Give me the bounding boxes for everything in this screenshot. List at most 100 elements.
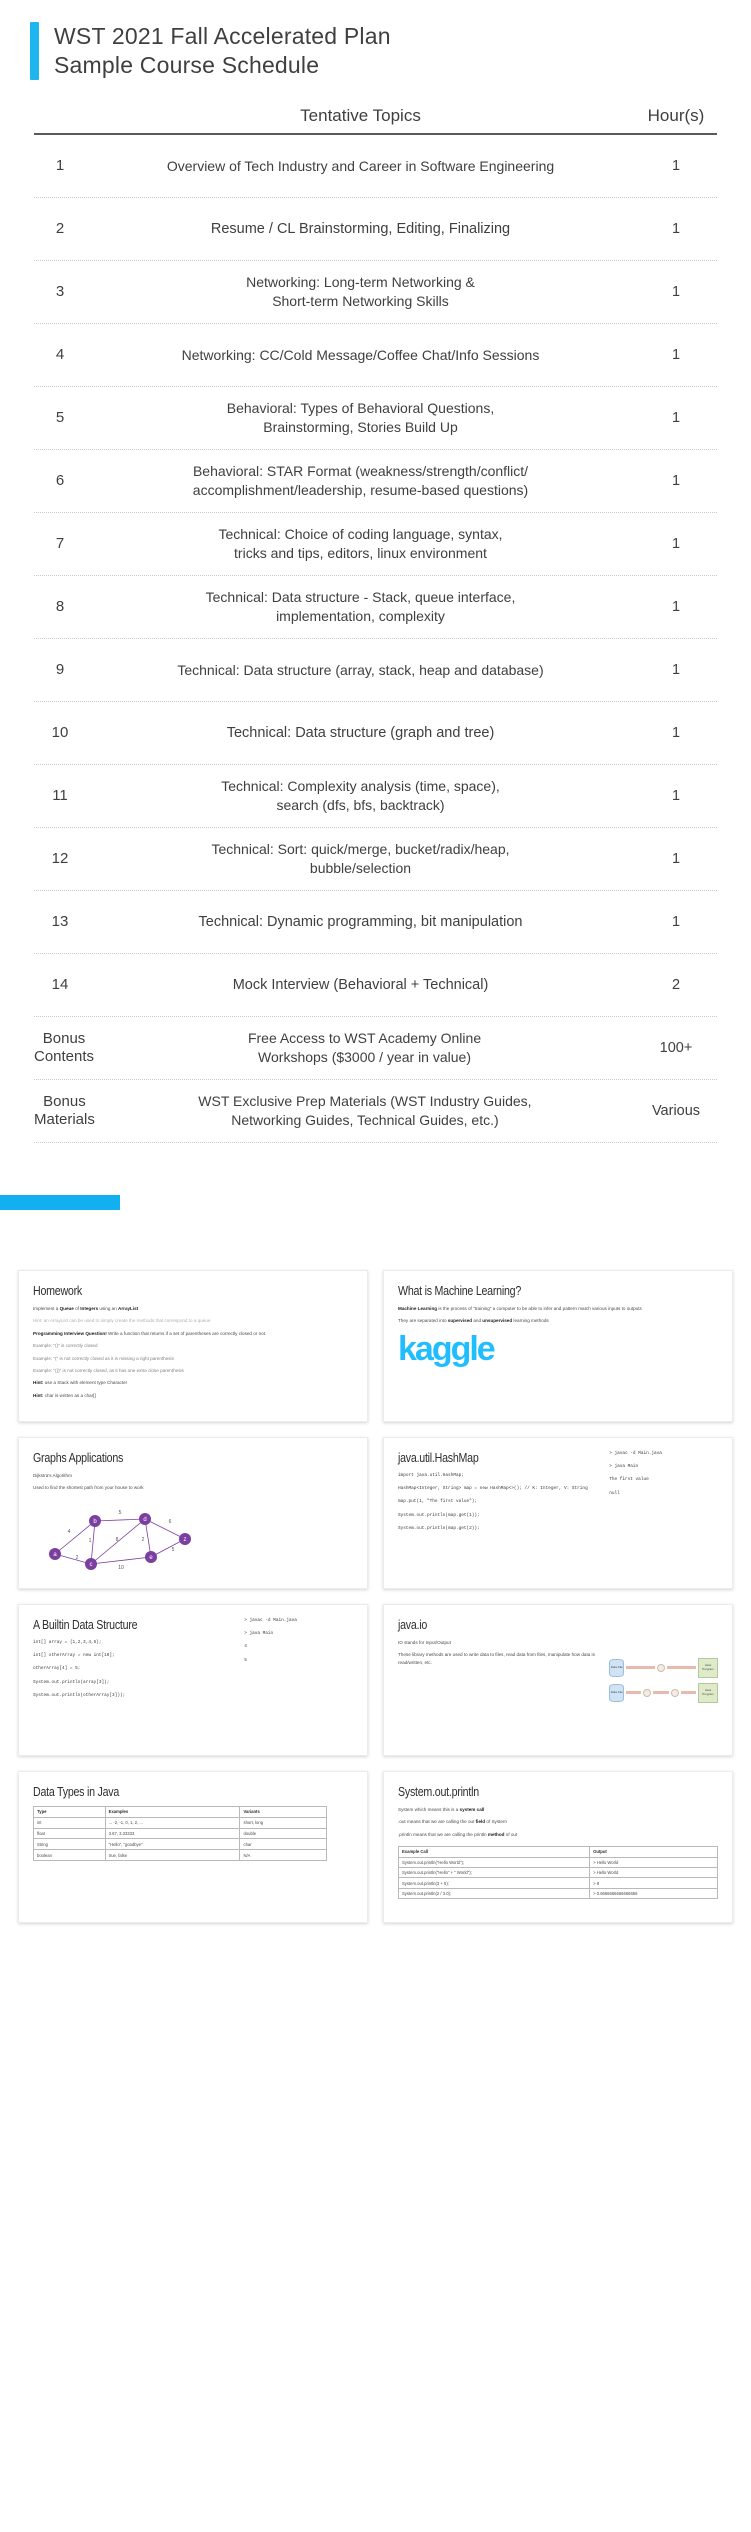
- javaio-diagram-col: Data File Java Program Data File Java Pr…: [609, 1617, 719, 1743]
- card-title-homework: Homework: [33, 1283, 82, 1298]
- column-header: Example Call: [397, 1846, 591, 1858]
- row-topic: Technical: Data structure (graph and tre…: [226, 724, 495, 741]
- row-number: 11: [52, 787, 68, 804]
- javaio-arrow-1a: [626, 1666, 656, 1669]
- row-topic: Networking: Long-term Networking & Short-…: [246, 274, 475, 309]
- page-root: WST 2021 Fall Accelerated Plan Sample Co…: [0, 0, 751, 2532]
- ml-paragraph-1: Machine Learning is the process of "trai…: [398, 1306, 642, 1311]
- row-number: Bonus Materials: [34, 1093, 95, 1128]
- row-number: 2: [55, 220, 65, 237]
- row-topic: Overview of Tech Industry and Career in …: [166, 157, 555, 174]
- console-line: > java Main: [244, 1631, 274, 1637]
- row-number: 4: [55, 346, 65, 363]
- hashmap-console-col: > javac -d Main.java > java Main The first…: [609, 1450, 718, 1576]
- javaio-node-2b: [670, 1688, 679, 1697]
- card-println[interactable]: System.out.println System which means th…: [383, 1771, 733, 1923]
- table-row: Bonus Contents Free Access to WST Academy …: [34, 1017, 717, 1080]
- code-line: System.out.println(map.get(1));: [398, 1512, 480, 1518]
- homework-hint0: Hint: an ArrayList can be used to simply…: [33, 1318, 211, 1324]
- card-machine-learning[interactable]: What is Machine Learning? Machine Learni…: [383, 1270, 733, 1422]
- row-number: 12: [51, 850, 69, 867]
- card-java-io[interactable]: java.io IO stands for Input/Output These…: [383, 1604, 733, 1756]
- javaio-node-1a: [657, 1663, 666, 1672]
- column-header: Type: [33, 1806, 106, 1818]
- row-topic: Behavioral: STAR Format (weakness/streng…: [192, 463, 529, 498]
- card-data-types[interactable]: Data Types in Java Type Examples Variants i…: [18, 1771, 368, 1923]
- builtin-console-col: > javac -d Main.java > java Main 4 5: [244, 1617, 353, 1743]
- homework-piq: Programming Interview Question! Write a …: [33, 1330, 267, 1336]
- javaio-flow-row-2: Data File Java Program: [609, 1682, 718, 1703]
- row-hours: Various: [651, 1103, 701, 1119]
- code-line: HashMap<Integer, String> map = new HashM…: [398, 1486, 588, 1492]
- builtin-code-block: int[] array = {1,2,3,4,5}; int[] otherArr…: [33, 1639, 236, 1700]
- page-header: WST 2021 Fall Accelerated Plan Sample Co…: [0, 0, 751, 80]
- row-hours: 1: [671, 725, 681, 741]
- kaggle-logo: kaggle: [398, 1329, 496, 1368]
- homework-hint-1: Hint: use a Stack with element type Char…: [33, 1380, 128, 1386]
- row-number: 3: [55, 283, 65, 300]
- row-number: 13: [51, 913, 69, 930]
- table-cell: > 8: [589, 1877, 718, 1889]
- card-body-machine-learning: Machine Learning is the process of "trai…: [398, 1305, 718, 1330]
- table-row: System.out.println(2 / 3.0); > 0.66666666…: [397, 1887, 718, 1900]
- slide-card-grid: Homework Implement a Queue of Integers u…: [0, 1210, 751, 1963]
- javaio-arrow-2c: [680, 1691, 696, 1694]
- card-body-java-io: IO stands for Input/Output These library…: [398, 1639, 601, 1666]
- code-line: System.out.println(map.get(2));: [398, 1525, 480, 1531]
- table-row: 5 Behavioral: Types of Behavioral Questio…: [34, 387, 717, 450]
- card-title-builtin: A Builtin Data Structure: [33, 1617, 138, 1632]
- javaio-text-col: java.io IO stands for Input/Output These…: [398, 1617, 601, 1743]
- table-header-row: Type Examples Variants: [33, 1806, 328, 1818]
- row-topic: Technical: Sort: quick/merge, bucket/rad…: [211, 841, 510, 876]
- data-types-table: Type Examples Variants int... -2, -1, 0, 1,…: [33, 1806, 328, 1861]
- table-row: 12 Technical: Sort: quick/merge, bucket/r…: [34, 828, 717, 891]
- row-topic: Mock Interview (Behavioral + Technical): [232, 976, 489, 993]
- card-title-java-io: java.io: [398, 1617, 428, 1632]
- console-line: 5: [244, 1657, 247, 1663]
- row-topic: Behavioral: Types of Behavioral Question…: [226, 400, 495, 435]
- table-row: 9 Technical: Data structure (array, stack…: [34, 639, 717, 702]
- javaio-arrow-2a: [626, 1691, 642, 1694]
- table-row: 2 Resume / CL Brainstorming, Editing, Fin…: [34, 198, 717, 261]
- card-graphs-applications[interactable]: Graphs Applications Dijkstra's Algorithm…: [18, 1437, 368, 1589]
- builtin-console-output: > javac -d Main.java > java Main 4 5: [244, 1617, 353, 1665]
- card-builtin-data-structure[interactable]: A Builtin Data Structure int[] array = {…: [18, 1604, 368, 1756]
- dijkstra-graph-figure: ab cd ez 45 21 82 65 10: [33, 1499, 353, 1576]
- table-cell: double: [239, 1827, 328, 1840]
- table-cell: > Hello World: [589, 1856, 718, 1868]
- card-hashmap[interactable]: java.util.HashMap import java.util.HashM…: [383, 1437, 733, 1589]
- card-title-graphs: Graphs Applications: [33, 1450, 124, 1465]
- table-row: 13 Technical: Dynamic programming, bit ma…: [34, 891, 717, 954]
- javaio-source-2: Data File: [609, 1683, 625, 1702]
- row-number: 10: [51, 724, 69, 741]
- header-topic-col: Tentative Topics: [300, 106, 421, 125]
- row-hours: 1: [671, 914, 681, 930]
- code-line: int[] array = {1,2,3,4,5};: [33, 1640, 102, 1645]
- table-row: 11 Technical: Complexity analysis (time, …: [34, 765, 717, 828]
- page-title-line2: Sample Course Schedule: [54, 52, 320, 78]
- homework-example-3: Example: "())" is not correctly closed, …: [33, 1368, 184, 1374]
- builtin-code-col: A Builtin Data Structure int[] array = {…: [33, 1617, 236, 1743]
- table-row: 6 Behavioral: STAR Format (weakness/stren…: [34, 450, 717, 513]
- hashmap-code-block: import java.util.HashMap; HashMap<Integer…: [398, 1472, 601, 1533]
- table-row: System.out.println("Hello World"); > Hell…: [397, 1856, 718, 1868]
- svg-text:4: 4: [68, 1529, 71, 1535]
- page-title-line1: WST 2021 Fall Accelerated Plan: [54, 23, 391, 49]
- row-topic: Networking: CC/Cold Message/Coffee Chat/…: [181, 346, 540, 363]
- row-number: 6: [55, 472, 65, 489]
- table-row: System.out.println(3 + 5); > 8: [397, 1877, 718, 1889]
- row-number: 7: [55, 535, 65, 552]
- card-homework[interactable]: Homework Implement a Queue of Integers u…: [18, 1270, 368, 1422]
- table-cell: true, false: [104, 1849, 241, 1861]
- console-line: > javac -d Main.java: [244, 1618, 297, 1623]
- table-row: 7 Technical: Choice of coding language, s…: [34, 513, 717, 576]
- hashmap-code-col: java.util.HashMap import java.util.HashM…: [398, 1450, 601, 1576]
- svg-text:10: 10: [118, 1565, 124, 1571]
- table-cell: 3.67, 3.33333: [104, 1827, 241, 1840]
- row-hours: 1: [671, 662, 681, 678]
- println-examples-table: Example Call Output System.out.println("He…: [397, 1846, 718, 1900]
- row-number: 5: [55, 409, 65, 426]
- svg-text:2: 2: [76, 1555, 79, 1561]
- graph-svg: ab cd ez 45 21 82 65 10: [49, 1510, 191, 1571]
- header-hours-col: Hour(s): [647, 106, 705, 125]
